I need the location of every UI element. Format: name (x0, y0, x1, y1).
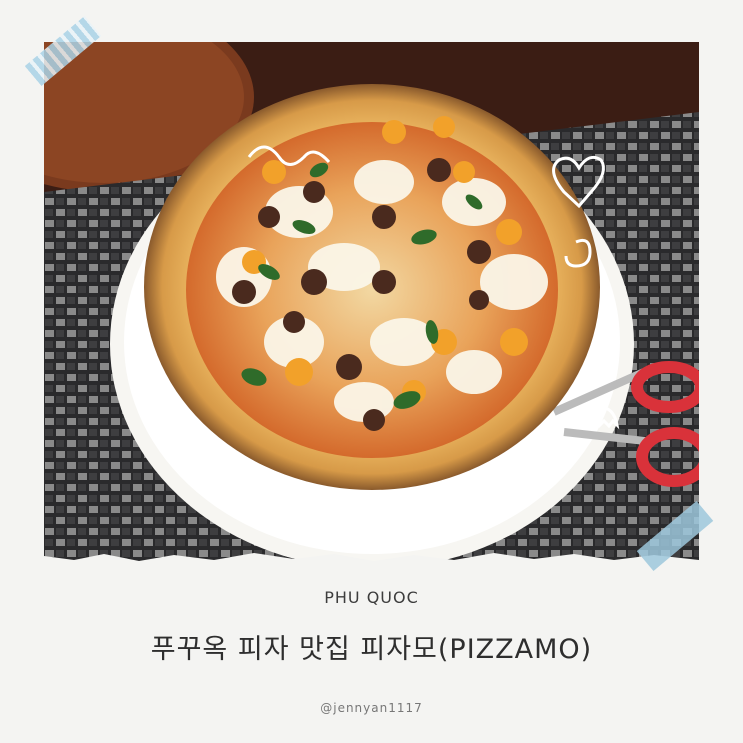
post-card: PHU QUOC 푸꾸옥 피자 맛집 피자모(PIZZAMO) @jennyan… (0, 0, 743, 743)
post-title: 푸꾸옥 피자 맛집 피자모(PIZZAMO) (150, 634, 593, 665)
location-wrap: PHU QUOC (0, 588, 743, 607)
pizza-photo (44, 42, 699, 564)
author-handle: @jennyan1117 (320, 701, 423, 715)
location-label: PHU QUOC (302, 588, 441, 607)
torn-paper-edge (44, 553, 699, 572)
